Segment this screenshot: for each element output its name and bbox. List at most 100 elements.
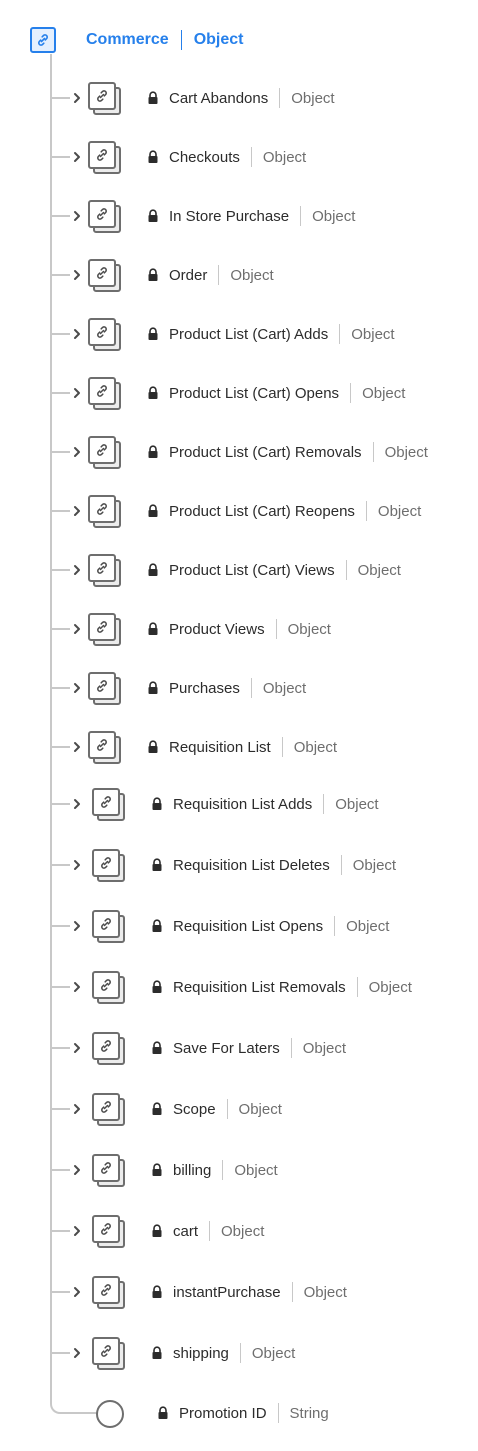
chevron-right-icon[interactable] xyxy=(70,443,84,461)
chevron-right-icon[interactable] xyxy=(70,856,84,874)
chevron-right-icon[interactable] xyxy=(70,795,84,813)
object-link-icon[interactable] xyxy=(88,259,126,295)
leaf-row[interactable]: Promotion ID String xyxy=(0,1397,478,1437)
root-field-name[interactable]: Commerce xyxy=(86,31,169,49)
object-link-icon[interactable] xyxy=(88,436,126,472)
tree-branch-line xyxy=(52,274,70,276)
field-type: Object xyxy=(352,856,397,874)
object-link-icon[interactable] xyxy=(92,910,130,946)
field-row[interactable]: billing Object xyxy=(0,1150,478,1190)
object-link-icon[interactable] xyxy=(88,200,126,236)
object-link-icon[interactable] xyxy=(88,672,126,708)
chevron-right-icon[interactable] xyxy=(70,1344,84,1362)
field-name[interactable]: Product List (Cart) Adds xyxy=(169,326,328,343)
field-name[interactable]: billing xyxy=(173,1162,211,1179)
object-link-icon[interactable] xyxy=(92,849,130,885)
field-row[interactable]: Requisition List Deletes Object xyxy=(0,845,478,885)
field-name[interactable]: Product List (Cart) Removals xyxy=(169,444,362,461)
object-link-icon[interactable] xyxy=(92,1032,130,1068)
chevron-right-icon[interactable] xyxy=(70,1100,84,1118)
object-link-icon[interactable] xyxy=(88,495,126,531)
field-row[interactable]: Save For Laters Object xyxy=(0,1028,478,1068)
object-link-icon[interactable] xyxy=(88,141,126,177)
object-link-icon[interactable] xyxy=(92,1093,130,1129)
field-row[interactable]: cart Object xyxy=(0,1211,478,1251)
field-row[interactable]: Product Views Object xyxy=(0,609,478,649)
field-row[interactable]: Checkouts Object xyxy=(0,137,478,177)
field-name[interactable]: Checkouts xyxy=(169,149,240,166)
chevron-right-icon[interactable] xyxy=(70,89,84,107)
field-row[interactable]: Product List (Cart) Removals Object xyxy=(0,432,478,472)
link-icon[interactable] xyxy=(30,27,56,53)
chevron-right-icon[interactable] xyxy=(70,384,84,402)
chevron-right-icon[interactable] xyxy=(70,266,84,284)
field-name[interactable]: Requisition List Opens xyxy=(173,918,323,935)
chevron-right-icon[interactable] xyxy=(70,502,84,520)
object-link-icon[interactable] xyxy=(92,971,130,1007)
field-row[interactable]: Requisition List Removals Object xyxy=(0,967,478,1007)
field-row[interactable]: Scope Object xyxy=(0,1089,478,1129)
chevron-right-icon[interactable] xyxy=(70,561,84,579)
chevron-right-icon[interactable] xyxy=(70,1161,84,1179)
object-link-icon[interactable] xyxy=(88,613,126,649)
chevron-right-icon[interactable] xyxy=(70,738,84,756)
object-link-icon[interactable] xyxy=(92,788,130,824)
chevron-right-icon[interactable] xyxy=(70,325,84,343)
chevron-right-icon[interactable] xyxy=(70,207,84,225)
field-label: cart Object xyxy=(173,1220,264,1242)
object-link-icon[interactable] xyxy=(92,1154,130,1190)
field-name[interactable]: In Store Purchase xyxy=(169,208,289,225)
object-link-icon[interactable] xyxy=(92,1215,130,1251)
field-row[interactable]: Requisition List Object xyxy=(0,727,478,767)
chevron-right-icon[interactable] xyxy=(70,1283,84,1301)
field-row[interactable]: In Store Purchase Object xyxy=(0,196,478,236)
field-row[interactable]: Product List (Cart) Reopens Object xyxy=(0,491,478,531)
chevron-right-icon[interactable] xyxy=(70,1222,84,1240)
field-name[interactable]: instantPurchase xyxy=(173,1284,281,1301)
field-name[interactable]: Purchases xyxy=(169,680,240,697)
object-link-icon[interactable] xyxy=(88,731,126,767)
field-row[interactable]: instantPurchase Object xyxy=(0,1272,478,1312)
field-name[interactable]: Requisition List Deletes xyxy=(173,857,330,874)
field-name[interactable]: cart xyxy=(173,1223,198,1240)
chevron-right-icon[interactable] xyxy=(70,917,84,935)
field-row[interactable]: Product List (Cart) Adds Object xyxy=(0,314,478,354)
object-link-icon[interactable] xyxy=(88,377,126,413)
chevron-right-icon[interactable] xyxy=(70,148,84,166)
field-row[interactable]: Requisition List Adds Object xyxy=(0,784,478,824)
field-name[interactable]: Save For Laters xyxy=(173,1040,280,1057)
chevron-right-icon[interactable] xyxy=(70,1039,84,1057)
field-name[interactable]: Requisition List Removals xyxy=(173,979,346,996)
tree-branch-line xyxy=(52,451,70,453)
object-link-icon[interactable] xyxy=(92,1337,130,1373)
root-node[interactable]: Commerce Object xyxy=(30,26,244,54)
field-name[interactable]: Order xyxy=(169,267,207,284)
field-row[interactable]: shipping Object xyxy=(0,1333,478,1373)
field-name[interactable]: Requisition List xyxy=(169,739,271,756)
field-name[interactable]: Product Views xyxy=(169,621,265,638)
field-name[interactable]: Scope xyxy=(173,1101,216,1118)
object-link-icon[interactable] xyxy=(88,554,126,590)
object-link-icon[interactable] xyxy=(92,1276,130,1312)
chevron-right-icon[interactable] xyxy=(70,679,84,697)
chevron-right-icon[interactable] xyxy=(70,978,84,996)
field-name[interactable]: Product List (Cart) Views xyxy=(169,562,335,579)
field-row[interactable]: Purchases Object xyxy=(0,668,478,708)
field-row[interactable]: Cart Abandons Object xyxy=(0,78,478,118)
field-name[interactable]: shipping xyxy=(173,1345,229,1362)
field-row[interactable]: Order Object xyxy=(0,255,478,295)
field-row[interactable]: Product List (Cart) Opens Object xyxy=(0,373,478,413)
field-name[interactable]: Promotion ID xyxy=(179,1405,267,1422)
object-link-icon[interactable] xyxy=(88,318,126,354)
chevron-right-icon[interactable] xyxy=(70,620,84,638)
lock-icon xyxy=(152,1041,162,1054)
field-row[interactable]: Product List (Cart) Views Object xyxy=(0,550,478,590)
link-icon xyxy=(92,849,120,877)
field-row[interactable]: Requisition List Opens Object xyxy=(0,906,478,946)
field-name[interactable]: Product List (Cart) Opens xyxy=(169,385,339,402)
field-name[interactable]: Cart Abandons xyxy=(169,90,268,107)
object-link-icon[interactable] xyxy=(88,82,126,118)
field-name[interactable]: Product List (Cart) Reopens xyxy=(169,503,355,520)
field-name[interactable]: Requisition List Adds xyxy=(173,796,312,813)
field-circle-icon[interactable] xyxy=(96,1400,124,1428)
